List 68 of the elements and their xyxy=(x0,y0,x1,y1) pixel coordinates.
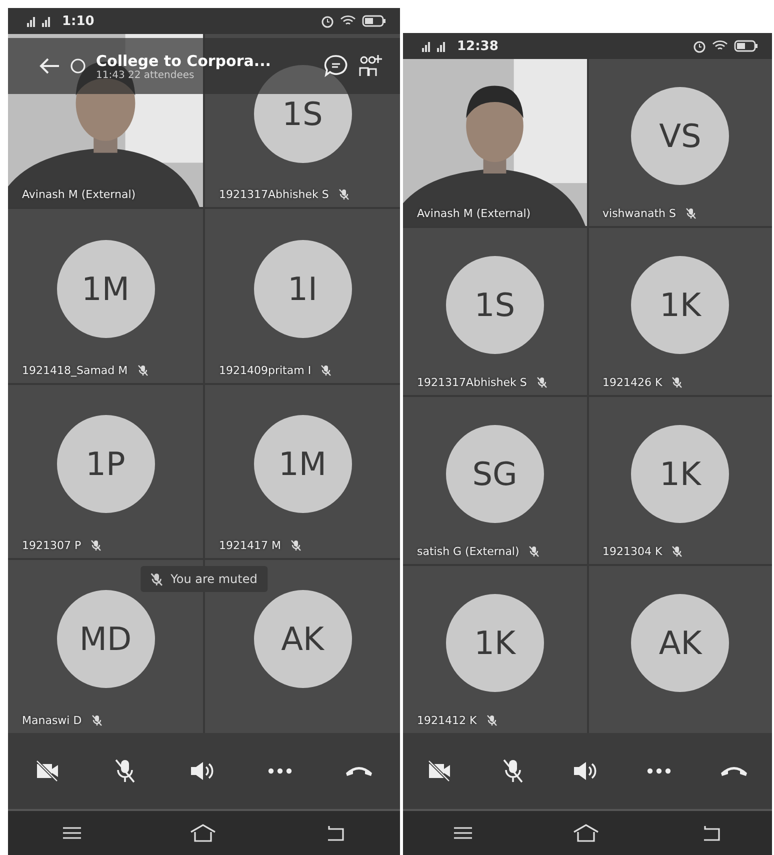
participant-name: 1921426 K xyxy=(602,376,662,389)
mic-off-icon xyxy=(150,572,163,586)
meeting-info: 11:43 22 attendees xyxy=(96,70,196,80)
initials-avatar: MD xyxy=(56,590,154,688)
participant-name: 1921317Abhishek S xyxy=(219,188,329,202)
initials-avatar: VS xyxy=(631,86,730,184)
participant-tile[interactable]: 1M 1921417 M xyxy=(205,384,400,558)
participant-tile[interactable]: 1S 1921317Abhishek S xyxy=(403,228,586,395)
participant-tile[interactable]: 1P 1921307 P xyxy=(8,384,203,558)
initials-avatar: 1M xyxy=(56,240,154,338)
battery-icon xyxy=(734,40,758,52)
camera-off-icon xyxy=(34,760,61,782)
participant-tile[interactable]: 1K 1921426 K xyxy=(588,228,772,395)
participant-name: Avinash M (External) xyxy=(22,188,136,202)
home-icon[interactable] xyxy=(573,824,600,842)
add-people-icon[interactable] xyxy=(358,54,384,78)
back-arrow-icon[interactable] xyxy=(38,57,60,75)
participant-name: 1921418_Samad M xyxy=(22,364,128,376)
initials-avatar: 1P xyxy=(56,415,154,514)
speaker-icon xyxy=(188,760,215,782)
chat-icon[interactable] xyxy=(324,54,348,78)
participant-tile[interactable]: AK xyxy=(588,566,772,733)
mic-off-icon xyxy=(114,758,136,784)
participant-name: 1921317Abhishek S xyxy=(417,376,527,389)
initials-avatar: AK xyxy=(631,594,730,692)
menu-icon[interactable] xyxy=(62,826,81,840)
participant-name: 1921412 K xyxy=(417,714,477,727)
back-icon[interactable] xyxy=(325,825,346,841)
initials-avatar: AK xyxy=(254,590,352,688)
clock-time: 12:38 xyxy=(457,38,498,54)
participant-name: vishwanath S xyxy=(602,207,676,220)
initials-avatar: 1K xyxy=(631,256,730,354)
participant-tile[interactable]: 1K 1921304 K xyxy=(588,397,772,564)
participant-name: Avinash M (External) xyxy=(417,207,531,220)
initials-avatar: 1K xyxy=(446,594,544,692)
initials-avatar: 1I xyxy=(254,240,352,338)
participant-tile[interactable]: Avinash M (External) xyxy=(403,59,586,226)
initials-avatar: SG xyxy=(446,424,544,522)
home-icon[interactable] xyxy=(190,824,216,842)
participant-name: 1921417 M xyxy=(219,538,281,552)
more-icon xyxy=(647,768,672,774)
participant-name: 1921304 K xyxy=(602,545,662,558)
alarm-icon xyxy=(693,40,706,52)
participant-name: 1921409pritam I xyxy=(219,364,312,376)
participant-name: 1921307 P xyxy=(22,538,82,552)
hang-up-icon xyxy=(345,765,374,777)
participant-tile[interactable]: VS vishwanath S xyxy=(588,59,772,226)
participant-tile[interactable]: 1M 1921418_Samad M xyxy=(8,209,203,382)
participant-name: satish G (External) xyxy=(417,545,520,558)
hang-up-icon xyxy=(720,765,748,777)
initials-avatar: 1M xyxy=(254,415,352,514)
battery-icon xyxy=(362,15,386,27)
participant-tile[interactable]: 1I 1921409pritam I xyxy=(205,209,400,382)
menu-icon[interactable] xyxy=(454,826,472,840)
mic-off-icon xyxy=(502,758,524,784)
participant-tile[interactable]: 1K 1921412 K xyxy=(403,566,586,733)
participant-name: Manaswi D xyxy=(22,714,82,727)
more-icon xyxy=(268,768,292,774)
speaker-icon xyxy=(572,760,598,782)
circle-icon xyxy=(70,58,86,74)
back-icon[interactable] xyxy=(701,825,722,841)
initials-avatar: 1S xyxy=(446,256,544,354)
wifi-icon xyxy=(340,15,356,27)
alarm-icon xyxy=(321,14,334,28)
participant-tile[interactable]: SG satish G (External) xyxy=(403,397,586,564)
clock-time: 1:10 xyxy=(62,14,94,28)
initials-avatar: 1K xyxy=(631,424,730,522)
wifi-icon xyxy=(712,40,728,52)
